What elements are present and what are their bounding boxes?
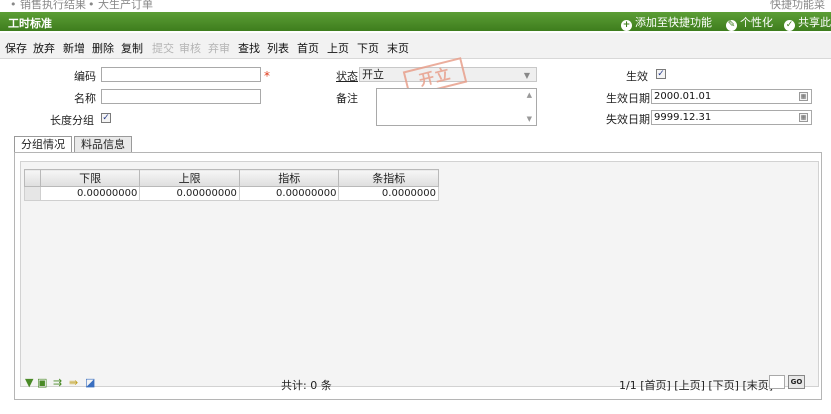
name-label: 名称 (74, 92, 96, 105)
effective-date-input[interactable]: 2000.01.01 ▦ (651, 89, 812, 104)
add-to-quick-label: 添加至快捷功能 (635, 16, 712, 29)
delete-button[interactable]: 删除 (92, 40, 114, 56)
add-to-quick-link[interactable]: + 添加至快捷功能 (621, 14, 712, 31)
col-index[interactable]: 指标 (238, 169, 340, 187)
table-row[interactable]: 0.00000000 0.00000000 0.00000000 0.00000… (24, 186, 439, 201)
filter-icon[interactable]: ▼ (25, 376, 33, 389)
prev-page-button[interactable]: 上页 (327, 40, 349, 56)
delete-row-icon[interactable]: ⇛ (69, 376, 78, 389)
code-label: 编码 (74, 70, 96, 83)
total-count: 共计: 0 条 (281, 379, 332, 392)
page-title: 工时标准 (8, 17, 52, 30)
grid-footer: ▼ ▣ ⇉ ⇛ ◪ 共计: 0 条 1/1 [首页] [上页] [下页] [末页… (23, 374, 813, 392)
personalize-link[interactable]: ✎ 个性化 (726, 14, 773, 31)
check-circle-icon: ✓ (784, 20, 795, 31)
abandon-review-button[interactable]: 弃审 (208, 40, 230, 56)
title-bar: 工时标准 +添加至快捷功能 ✎个性化 ✓共享此功 (0, 12, 831, 31)
review-button[interactable]: 审核 (179, 40, 201, 56)
scroll-up-icon[interactable]: ▲ (527, 91, 532, 99)
grid-table: 下限 上限 指标 条指标 0.00000000 0.00000000 0.000… (24, 169, 439, 201)
insert-row-icon[interactable]: ⇉ (53, 376, 62, 389)
scroll-down-icon[interactable]: ▼ (527, 115, 532, 123)
tab-panel: 下限 上限 指标 条指标 0.00000000 0.00000000 0.000… (14, 152, 822, 400)
pager[interactable]: 1/1 [首页] [上页] [下页] [末页] (619, 377, 773, 393)
copy-button[interactable]: 复制 (121, 40, 143, 56)
first-page-button[interactable]: 首页 (297, 40, 319, 56)
save-button[interactable]: 保存 (5, 40, 27, 56)
cell-upper[interactable]: 0.00000000 (139, 186, 240, 201)
calendar-icon[interactable]: ▦ (799, 92, 808, 101)
expire-date-label: 失效日期 (606, 113, 650, 126)
length-group-checkbox[interactable]: ✓ (101, 113, 111, 123)
cell-lower[interactable]: 0.00000000 (39, 186, 141, 201)
breadcrumb-strip: • 销售执行结果 • 大生产订单 快捷功能菜 (0, 0, 831, 12)
remark-label: 备注 (336, 92, 358, 105)
effective-date-value: 2000.01.01 (654, 91, 712, 102)
col-lower[interactable]: 下限 (39, 169, 141, 187)
chevron-down-icon: ▼ (523, 71, 530, 80)
col-upper[interactable]: 上限 (139, 169, 240, 187)
calendar-icon[interactable]: ▦ (799, 113, 808, 122)
expire-date-value: 9999.12.31 (654, 112, 712, 123)
toolbar: 保存 放弃 新增 删除 复制 提交 审核 弃审 查找 列表 首页 上页 下页 末… (0, 33, 831, 59)
list-button[interactable]: 列表 (267, 40, 289, 56)
effective-date-label: 生效日期 (606, 92, 650, 105)
crumb-quick-menu[interactable]: 快捷功能菜 (770, 0, 825, 12)
grid-header-row: 下限 上限 指标 条指标 (24, 169, 439, 187)
plus-circle-icon: + (621, 20, 632, 31)
status-label[interactable]: 状态 (336, 68, 358, 84)
find-button[interactable]: 查找 (238, 40, 260, 56)
code-input[interactable] (101, 67, 261, 82)
tab-item-info-label: 料品信息 (81, 138, 125, 151)
next-page-button[interactable]: 下页 (357, 40, 379, 56)
share-link[interactable]: ✓共享此功 (784, 14, 831, 31)
crumb-sales-exec[interactable]: • 销售执行结果 (10, 0, 86, 12)
add-button[interactable]: 新增 (63, 40, 85, 56)
submit-button[interactable]: 提交 (152, 40, 174, 56)
pencil-circle-icon: ✎ (726, 20, 737, 31)
name-input[interactable] (101, 89, 261, 104)
export-icon[interactable]: ◪ (85, 376, 95, 389)
crumb-production-order[interactable]: • 大生产订单 (88, 0, 153, 12)
discard-button[interactable]: 放弃 (33, 40, 55, 56)
length-group-label: 长度分组 (50, 114, 94, 127)
expire-date-input[interactable]: 9999.12.31 ▦ (651, 110, 812, 125)
remark-textarea[interactable]: ▲ ▼ (376, 88, 537, 126)
effective-label: 生效 (626, 70, 648, 83)
status-value: 开立 (362, 68, 384, 81)
add-row-icon[interactable]: ▣ (37, 376, 47, 389)
data-grid: 下限 上限 指标 条指标 0.00000000 0.00000000 0.000… (19, 161, 439, 387)
last-page-button[interactable]: 末页 (387, 40, 409, 56)
required-mark: * (264, 69, 270, 83)
cell-sub-index[interactable]: 0.0000000 (338, 186, 439, 201)
col-sub-index[interactable]: 条指标 (338, 169, 439, 187)
row-selector[interactable] (24, 186, 41, 201)
cell-index[interactable]: 0.00000000 (238, 186, 340, 201)
row-header-corner (24, 169, 41, 187)
tab-item-info[interactable]: 料品信息 (74, 136, 132, 153)
effective-checkbox[interactable]: ✓ (656, 69, 666, 79)
go-button[interactable]: GO (788, 375, 805, 389)
tab-group-info-label: 分组情况 (21, 138, 65, 151)
page-number-input[interactable] (769, 375, 785, 389)
share-label: 共享此功 (798, 16, 831, 29)
personalize-label: 个性化 (740, 16, 773, 29)
